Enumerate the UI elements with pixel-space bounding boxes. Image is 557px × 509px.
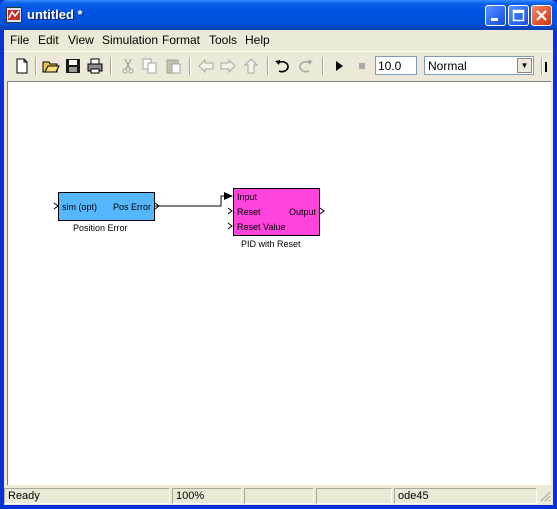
undo-icon[interactable] bbox=[273, 56, 293, 76]
status-text: Ready bbox=[4, 488, 170, 504]
menu-simulation[interactable]: Simulation bbox=[102, 33, 158, 47]
window-title: untitled * bbox=[27, 7, 83, 22]
port-label: sim (opt) bbox=[62, 202, 98, 212]
status-cell-empty bbox=[316, 488, 392, 504]
toolbar-separator bbox=[110, 57, 112, 75]
status-cell-empty bbox=[244, 488, 314, 504]
menu-help[interactable]: Help bbox=[245, 33, 270, 47]
start-simulation-icon[interactable] bbox=[329, 56, 349, 76]
toolbar-separator bbox=[322, 57, 324, 75]
solver-name: ode45 bbox=[394, 488, 537, 504]
port-label: Output bbox=[288, 207, 316, 217]
signal-lines bbox=[53, 192, 325, 230]
copy-icon[interactable] bbox=[140, 56, 160, 76]
menu-tools[interactable]: Tools bbox=[209, 33, 237, 47]
window-client: File Edit View Simulation Format Tools H… bbox=[4, 30, 553, 505]
position-error-block[interactable]: sim (opt) Pos Error bbox=[58, 192, 155, 221]
simulink-window: untitled * File Edit View Simulation For… bbox=[0, 0, 557, 509]
simulink-app-icon[interactable] bbox=[6, 7, 22, 23]
port-label: Pos Error bbox=[112, 202, 151, 212]
menu-format[interactable]: Format bbox=[162, 33, 200, 47]
port-label: Reset Value bbox=[237, 222, 286, 232]
close-icon bbox=[536, 10, 547, 21]
stop-simulation-icon[interactable] bbox=[352, 56, 372, 76]
maximize-button[interactable] bbox=[508, 5, 529, 26]
minimize-button[interactable] bbox=[485, 5, 506, 26]
stop-time-input[interactable] bbox=[375, 56, 417, 75]
toolbar-separator bbox=[541, 57, 543, 75]
close-button[interactable] bbox=[531, 5, 552, 26]
toolbar-separator bbox=[35, 57, 37, 75]
block-label[interactable]: Position Error bbox=[73, 223, 128, 233]
open-folder-icon[interactable] bbox=[41, 56, 61, 76]
maximize-icon bbox=[512, 9, 525, 22]
up-arrow-icon[interactable] bbox=[241, 56, 261, 76]
minimize-icon bbox=[491, 18, 498, 21]
cut-icon[interactable] bbox=[118, 56, 138, 76]
menu-view[interactable]: View bbox=[68, 33, 94, 47]
pid-with-reset-block[interactable]: Input Reset Reset Value Output bbox=[233, 188, 320, 236]
port-label: Input bbox=[237, 192, 258, 202]
redo-icon[interactable] bbox=[295, 56, 315, 76]
new-model-icon[interactable] bbox=[12, 56, 32, 76]
menu-file[interactable]: File bbox=[10, 33, 29, 47]
title-bar[interactable]: untitled * bbox=[0, 0, 557, 30]
toolbar-overflow-icon[interactable] bbox=[544, 56, 552, 76]
model-canvas[interactable]: sim (opt) Pos Error Position Error Input… bbox=[7, 81, 551, 485]
toolbar-separator bbox=[267, 57, 269, 75]
back-arrow-icon[interactable] bbox=[196, 56, 216, 76]
simulation-mode-select[interactable]: Normal ▼ bbox=[424, 56, 534, 75]
menu-edit[interactable]: Edit bbox=[38, 33, 59, 47]
toolbar-separator bbox=[189, 57, 191, 75]
chevron-down-icon[interactable]: ▼ bbox=[517, 58, 532, 73]
block-label[interactable]: PID with Reset bbox=[241, 239, 301, 249]
port-label: Reset bbox=[237, 207, 261, 217]
forward-arrow-icon[interactable] bbox=[218, 56, 238, 76]
simulation-mode-value: Normal bbox=[428, 59, 467, 73]
paste-icon[interactable] bbox=[164, 56, 184, 76]
zoom-level: 100% bbox=[172, 488, 242, 504]
toolbar: Normal ▼ bbox=[4, 51, 553, 80]
menu-bar: File Edit View Simulation Format Tools H… bbox=[4, 30, 553, 50]
print-icon[interactable] bbox=[85, 56, 105, 76]
status-bar: Ready 100% ode45 bbox=[4, 487, 553, 505]
resize-grip-icon[interactable] bbox=[539, 490, 551, 502]
save-icon[interactable] bbox=[63, 56, 83, 76]
